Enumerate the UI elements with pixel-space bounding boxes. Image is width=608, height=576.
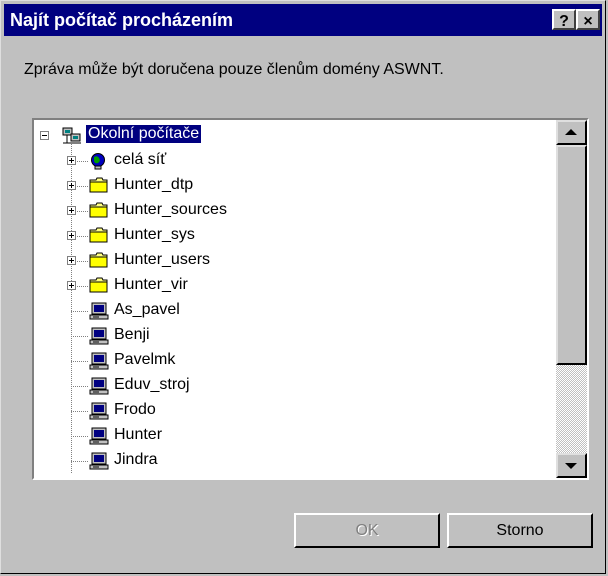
tree-branch-line	[71, 361, 89, 362]
tree-item-label[interactable]: Hunter_users	[114, 251, 210, 269]
globe-icon	[89, 152, 107, 175]
tree-item[interactable]: Pavelmk	[34, 349, 557, 374]
tree-branch-line	[71, 311, 89, 312]
domain-message: Zpráva může být doručena pouze členům do…	[24, 61, 444, 78]
tree-item[interactable]: Hunter_dtp	[34, 174, 557, 199]
tree-item[interactable]: celá síť	[34, 149, 557, 174]
tree-branch-line	[71, 336, 89, 337]
tree-item[interactable]: Hunter	[34, 424, 557, 449]
cancel-button[interactable]: Storno	[447, 513, 593, 548]
tree-item-label[interactable]: Hunter_vir	[114, 276, 188, 294]
tree-item-label[interactable]: Pavelmk	[114, 351, 175, 369]
expand-icon[interactable]	[67, 231, 76, 240]
tree-item[interactable]: Hunter_sys	[34, 224, 557, 249]
tree-branch-line	[71, 411, 89, 412]
expand-icon[interactable]	[67, 206, 76, 215]
browse-computer-dialog: Najít počítač procházením ? × Zpráva můž…	[0, 0, 606, 574]
folder-icon	[89, 177, 109, 198]
arrow-up-icon	[565, 129, 577, 135]
tree-branch-line	[71, 461, 89, 462]
computer-icon	[89, 402, 109, 425]
tree-item[interactable]: Jindra	[34, 449, 557, 474]
network-neighborhood-icon	[62, 127, 82, 150]
scroll-up-button[interactable]	[556, 120, 587, 145]
tree-item[interactable]: Benji	[34, 324, 557, 349]
scroll-thumb[interactable]	[556, 145, 587, 365]
folder-icon	[89, 252, 109, 273]
tree-root-label[interactable]: Okolní počítače	[84, 124, 203, 144]
computer-icon	[89, 327, 109, 350]
tree-item-label[interactable]: As_pavel	[114, 301, 180, 319]
tree-item-label[interactable]: Benji	[114, 326, 150, 344]
folder-icon	[89, 277, 109, 298]
tree-content: Okolní počítače celá síť Hunter_dtp Hunter…	[34, 120, 557, 478]
tree-item-label[interactable]: Hunter	[114, 426, 162, 444]
title-bar[interactable]: Najít počítač procházením ? ×	[4, 4, 602, 36]
tree-item[interactable]: Hunter_vir	[34, 274, 557, 299]
tree-item-label[interactable]: Frodo	[114, 401, 156, 419]
tree-branch-line	[71, 436, 89, 437]
computer-icon	[89, 452, 109, 475]
computer-tree-view[interactable]: Okolní počítače celá síť Hunter_dtp Hunter…	[32, 118, 589, 480]
close-button[interactable]: ×	[576, 9, 600, 30]
vertical-scrollbar[interactable]	[556, 120, 587, 478]
tree-item[interactable]: As_pavel	[34, 299, 557, 324]
window-title: Najít počítač procházením	[10, 10, 234, 30]
computer-icon	[89, 377, 109, 400]
tree-item[interactable]: Hunter_users	[34, 249, 557, 274]
scroll-down-button[interactable]	[556, 453, 587, 478]
expand-icon[interactable]	[67, 281, 76, 290]
tree-item[interactable]: Hunter_sources	[34, 199, 557, 224]
help-button[interactable]: ?	[552, 9, 576, 30]
computer-icon	[89, 427, 109, 450]
tree-branch-line	[71, 386, 89, 387]
tree-item-label[interactable]: Hunter_sources	[114, 201, 227, 219]
ok-button[interactable]: OK	[294, 513, 440, 548]
tree-item-label[interactable]: Eduv_stroj	[114, 376, 190, 394]
folder-icon	[89, 202, 109, 223]
expand-icon[interactable]	[67, 256, 76, 265]
computer-icon	[89, 302, 109, 325]
expand-icon[interactable]	[67, 181, 76, 190]
tree-item-label[interactable]: celá síť	[114, 151, 166, 169]
tree-item[interactable]: Eduv_stroj	[34, 374, 557, 399]
folder-icon	[89, 227, 109, 248]
arrow-down-icon	[565, 463, 577, 469]
tree-item-label[interactable]: Jindra	[114, 451, 158, 469]
tree-item[interactable]: Frodo	[34, 399, 557, 424]
expand-icon[interactable]	[67, 156, 76, 165]
tree-root-row[interactable]: Okolní počítače	[34, 124, 557, 149]
tree-item-label[interactable]: Hunter_dtp	[114, 176, 193, 194]
collapse-icon[interactable]	[40, 131, 49, 140]
tree-item-label[interactable]: Hunter_sys	[114, 226, 195, 244]
computer-icon	[89, 352, 109, 375]
